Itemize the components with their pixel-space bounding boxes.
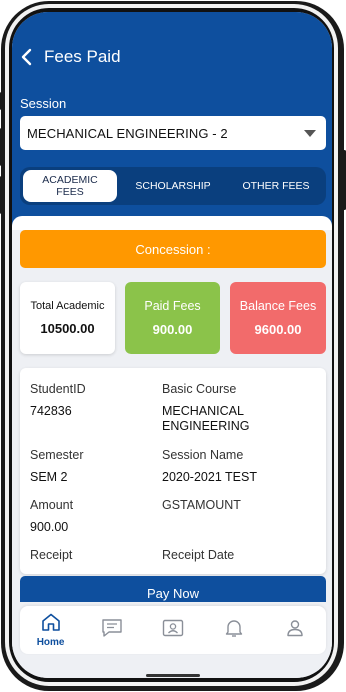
- back-arrow-icon[interactable]: [20, 46, 34, 68]
- nav-id-card[interactable]: [153, 619, 193, 642]
- total-academic-label: Total Academic: [30, 300, 105, 312]
- session-dropdown[interactable]: MECHANICAL ENGINEERING - 2: [20, 116, 326, 150]
- tab-other-fees[interactable]: OTHER FEES: [229, 170, 323, 202]
- nav-home-label: Home: [36, 636, 65, 648]
- gst-amount-label: GSTAMOUNT: [162, 498, 241, 512]
- receipt-label: Receipt: [30, 548, 73, 562]
- chat-icon: [101, 618, 123, 643]
- nav-home[interactable]: Home: [31, 613, 71, 648]
- fee-tabs: ACADEMIC FEES SCHOLARSHIP OTHER FEES: [20, 167, 326, 205]
- amount-value: 900.00: [30, 520, 69, 534]
- nav-messages[interactable]: [92, 618, 132, 643]
- paid-fees-label: Paid Fees: [144, 299, 201, 313]
- volume-up-button: [0, 128, 3, 166]
- session-label: Session: [20, 96, 67, 111]
- tab-academic-fees[interactable]: ACADEMIC FEES: [23, 170, 117, 202]
- paid-fees-card: Paid Fees 900.00: [125, 282, 220, 354]
- volume-down-button: [0, 176, 3, 214]
- student-id-value: 742836: [30, 404, 72, 418]
- mute-switch: [0, 92, 3, 110]
- content-top-edge: [12, 216, 332, 230]
- nav-profile[interactable]: [275, 618, 315, 643]
- page-title: Fees Paid: [44, 47, 121, 66]
- paid-fees-value: 900.00: [152, 322, 193, 337]
- home-indicator: [146, 674, 200, 677]
- back-row[interactable]: Fees Paid: [20, 46, 121, 68]
- bottom-nav-bar: Home: [20, 606, 326, 654]
- dropdown-caret-icon: [304, 129, 316, 137]
- header: Fees Paid Session MECHANICAL ENGINEERING…: [12, 12, 332, 230]
- session-name-label: Session Name: [162, 448, 244, 462]
- session-name-value: 2020-2021 TEST: [162, 470, 257, 484]
- total-academic-value: 10500.00: [40, 321, 95, 336]
- app-screen: Fees Paid Session MECHANICAL ENGINEERING…: [12, 12, 332, 678]
- total-academic-card: Total Academic 10500.00: [20, 282, 115, 354]
- receipt-date-label: Receipt Date: [162, 548, 235, 562]
- balance-fees-label: Balance Fees: [239, 299, 317, 313]
- home-icon: [41, 613, 61, 636]
- id-card-icon: [162, 619, 184, 642]
- amount-label: Amount: [30, 498, 74, 512]
- balance-fees-value: 9600.00: [254, 322, 302, 337]
- semester-label: Semester: [30, 448, 84, 462]
- nav-notifications[interactable]: [214, 618, 254, 643]
- balance-fees-card: Balance Fees 9600.00: [230, 282, 326, 354]
- concession-banner: Concession :: [20, 230, 326, 268]
- semester-value: SEM 2: [30, 470, 68, 484]
- bell-icon: [224, 618, 244, 643]
- profile-icon: [285, 618, 305, 643]
- bottom-navigation: Home: [12, 602, 332, 678]
- fee-details-card: StudentID 742836 Basic Course MECHANICAL…: [20, 368, 326, 574]
- student-id-label: StudentID: [30, 382, 86, 396]
- basic-course-label: Basic Course: [162, 382, 237, 396]
- tab-scholarship[interactable]: SCHOLARSHIP: [117, 170, 229, 202]
- basic-course-value: MECHANICAL ENGINEERING: [162, 404, 250, 433]
- session-selected-value: MECHANICAL ENGINEERING - 2: [27, 125, 228, 141]
